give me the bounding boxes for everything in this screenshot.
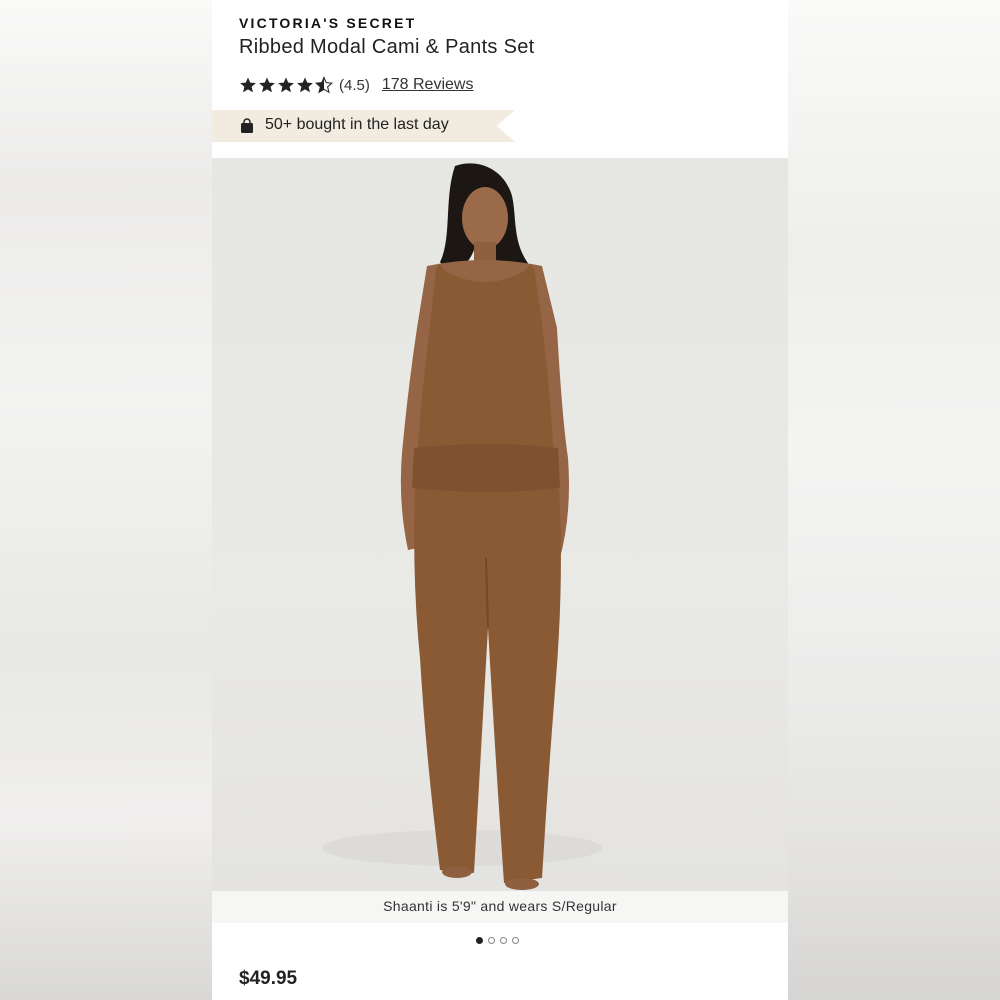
product-title: Ribbed Modal Cami & Pants Set (239, 36, 535, 58)
product-image[interactable] (212, 158, 788, 891)
background-left (0, 0, 212, 1000)
rating-value: (4.5) (339, 76, 370, 94)
image-caption: Shaanti is 5'9" and wears S/Regular (383, 898, 617, 914)
product-price: $49.95 (239, 968, 298, 989)
brand-name: VICTORIA'S SECRET (239, 15, 417, 31)
carousel-dot[interactable] (476, 937, 483, 944)
star-icon (259, 77, 275, 93)
image-caption-bar: Shaanti is 5'9" and wears S/Regular (212, 891, 788, 923)
star-icon (240, 77, 256, 93)
carousel-indicator (476, 937, 519, 944)
carousel-dot[interactable] (500, 937, 507, 944)
carousel-dot[interactable] (512, 937, 519, 944)
background-right (788, 0, 1000, 1000)
reviews-link[interactable]: 178 Reviews (382, 76, 474, 94)
model-illustration (322, 163, 602, 890)
rating-row: (4.5) 178 Reviews (239, 74, 473, 96)
star-icon (297, 77, 313, 93)
product-page: VICTORIA'S SECRET Ribbed Modal Cami & Pa… (212, 0, 788, 1000)
carousel-dot[interactable] (488, 937, 495, 944)
half-star-icon (315, 76, 333, 94)
badge-text: 50+ bought in the last day (265, 116, 449, 133)
popularity-badge: 50+ bought in the last day (212, 110, 515, 142)
star-rating (239, 76, 333, 94)
shopping-bag-icon (241, 118, 253, 133)
star-icon (278, 77, 294, 93)
